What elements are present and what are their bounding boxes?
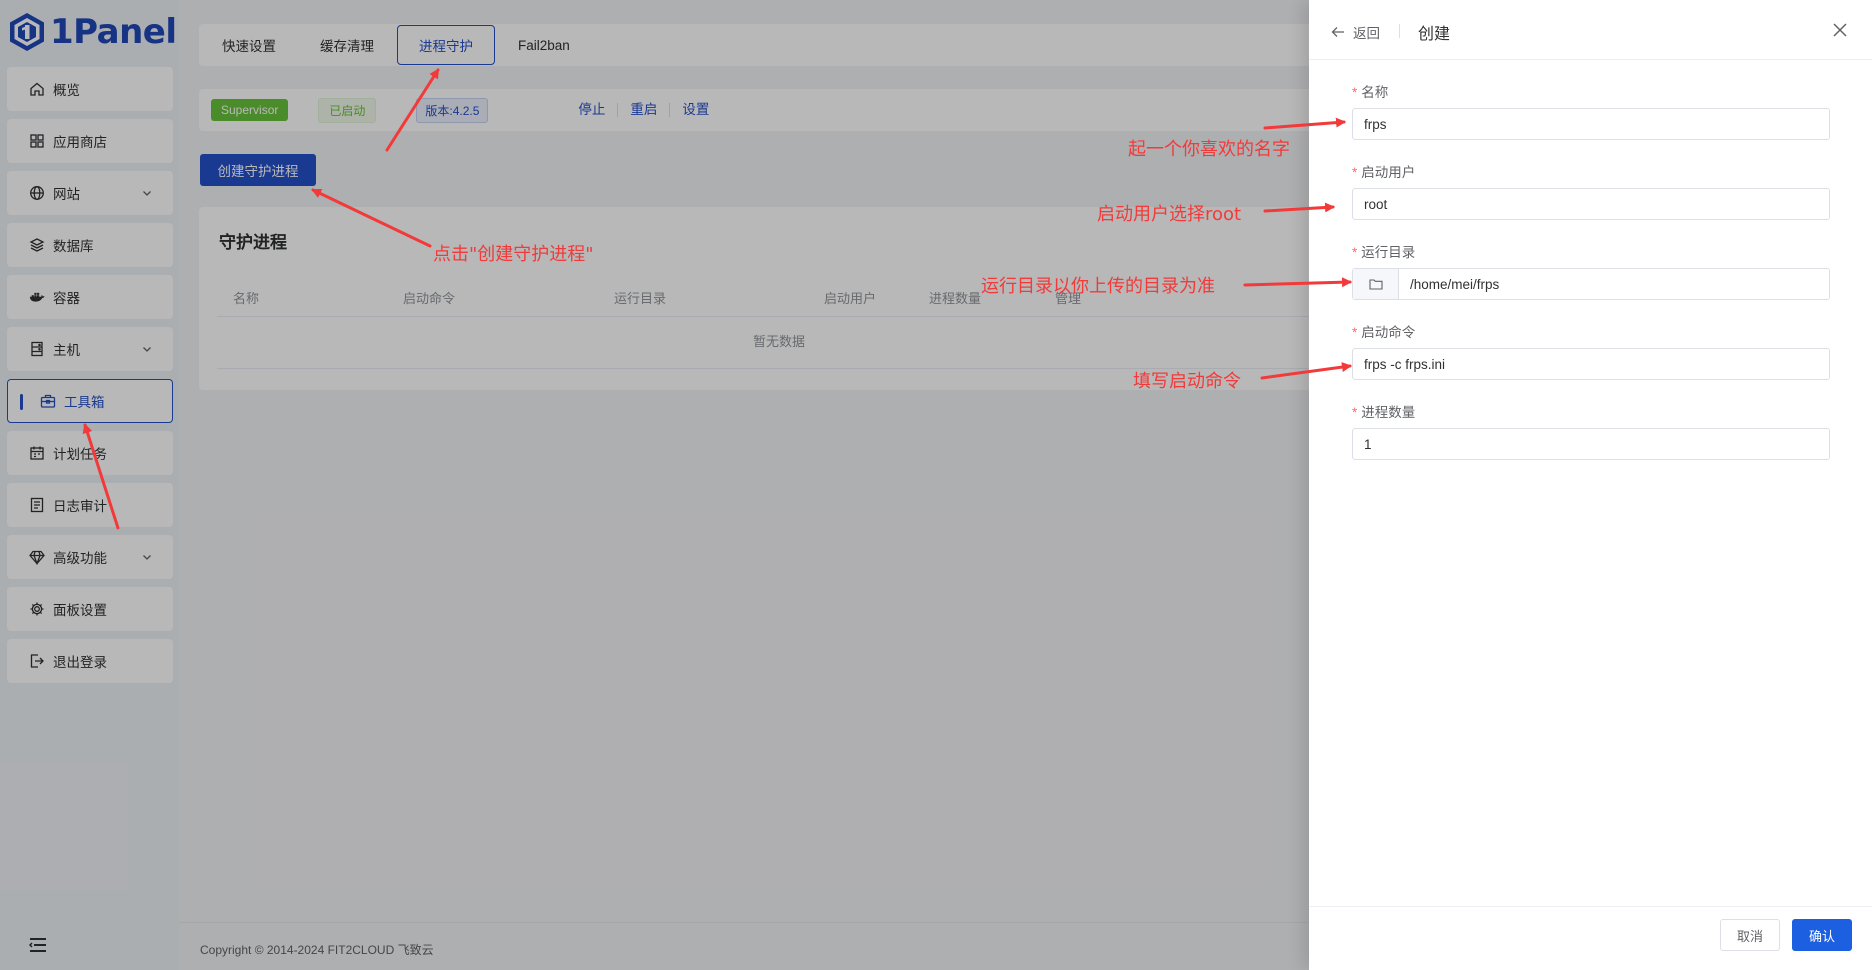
annotation-name-hint: 起一个你喜欢的名字 [1128,139,1290,160]
confirm-button[interactable]: 确认 [1792,919,1852,951]
divider [1399,24,1400,38]
label-text: 进程数量 [1361,405,1416,420]
dir-input[interactable]: /home/mei/frps [1352,268,1830,300]
label-text: 运行目录 [1361,245,1416,260]
label-text: 启动命令 [1361,325,1416,340]
create-process-drawer: 返回 创建 * 名称 frps * 启动用户 root * 运行目录 /home/me… [1309,0,1872,970]
folder-icon [1368,279,1383,290]
label-text: 启动用户 [1361,165,1416,180]
cancel-button[interactable]: 取消 [1720,919,1780,951]
name-input[interactable]: frps [1352,108,1830,140]
annotation-user-hint: 启动用户选择root [1097,204,1242,225]
folder-picker-button[interactable] [1353,269,1399,299]
label-text: 名称 [1361,85,1389,100]
close-icon[interactable] [1832,22,1848,38]
dir-value: /home/mei/frps [1410,276,1500,292]
count-label: * 进程数量 [1352,401,1415,421]
drawer-title: 创建 [1418,26,1451,43]
annotation-cmd-hint: 填写启动命令 [1133,371,1241,392]
drawer-header: 返回 创建 [1309,0,1872,60]
required-mark: * [1352,325,1358,340]
required-mark: * [1352,405,1358,420]
back-button[interactable]: 返回 [1331,22,1380,42]
required-mark: * [1352,245,1358,260]
user-label: * 启动用户 [1352,161,1415,181]
back-label: 返回 [1353,26,1380,41]
modal-overlay[interactable] [0,0,1309,970]
required-mark: * [1352,85,1358,100]
command-label: * 启动命令 [1352,321,1415,341]
required-mark: * [1352,165,1358,180]
drawer-footer: 取消 确认 [1309,906,1872,970]
annotation-click-create: 点击"创建守护进程" [433,244,594,265]
user-input[interactable]: root [1352,188,1830,220]
arrow-left-icon [1331,27,1344,37]
name-label: * 名称 [1352,81,1388,101]
count-input[interactable]: 1 [1352,428,1830,460]
command-input[interactable]: frps -c frps.ini [1352,348,1830,380]
dir-label: * 运行目录 [1352,241,1415,261]
annotation-dir-hint: 运行目录以你上传的目录为准 [981,276,1215,297]
